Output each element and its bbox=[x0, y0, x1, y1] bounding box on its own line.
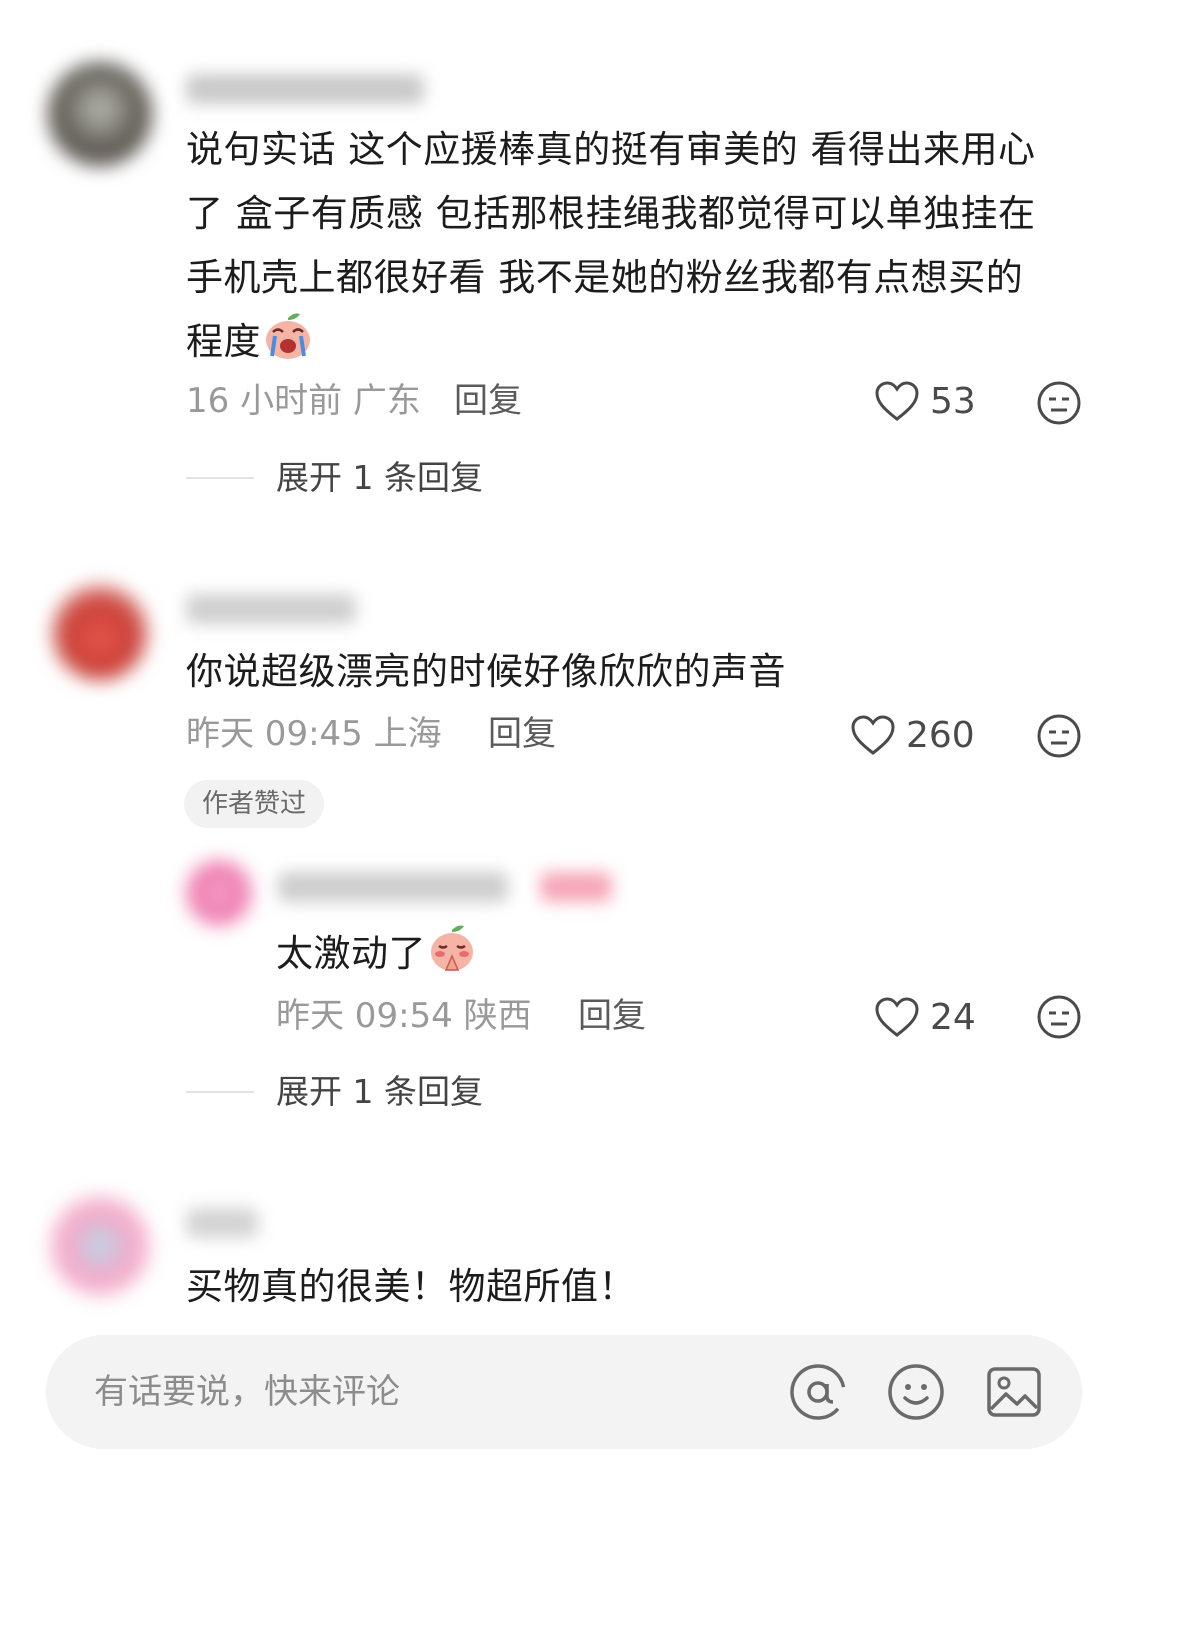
comment-meta: 16 小时前 广东 bbox=[186, 381, 421, 421]
comment-text: 你说超级漂亮的时候好像欣欣的声音 bbox=[186, 650, 786, 693]
reply-text-content: 太激动了 bbox=[276, 932, 426, 975]
reply-button[interactable]: 回复 bbox=[488, 714, 556, 754]
username-blurred[interactable] bbox=[186, 594, 356, 624]
reply-button[interactable]: 回复 bbox=[454, 381, 522, 421]
username-blurred[interactable] bbox=[186, 1208, 258, 1238]
expand-replies-button[interactable]: 展开 1 条回复 bbox=[276, 1072, 483, 1112]
reply-text: 太激动了 bbox=[276, 922, 478, 994]
comment-line: 手机壳上都很好看 我不是她的粉丝我都有点想买的 bbox=[186, 256, 1024, 299]
comment-meta: 昨天 09:45 上海 bbox=[186, 714, 442, 754]
emoji-icon[interactable] bbox=[886, 1362, 946, 1426]
heart-icon bbox=[874, 380, 920, 422]
comment-text: 买物真的很美！物超所值！ bbox=[186, 1265, 636, 1308]
like-button[interactable]: 260 bbox=[850, 714, 975, 756]
like-count: 24 bbox=[930, 996, 976, 1038]
heart-icon bbox=[874, 996, 920, 1038]
comment-text: 说句实话 这个应援棒真的挺有审美的 看得出来用心 了 盒子有质感 包括那根挂绳我… bbox=[186, 118, 1106, 382]
reply-meta: 昨天 09:54 陕西 bbox=[276, 996, 532, 1036]
divider bbox=[186, 1091, 254, 1093]
image-icon[interactable] bbox=[984, 1362, 1044, 1426]
comment-input-bar[interactable]: 有话要说，快来评论 bbox=[46, 1335, 1082, 1449]
unamused-face-icon bbox=[1036, 381, 1082, 430]
like-count: 260 bbox=[906, 714, 975, 756]
avatar[interactable] bbox=[48, 62, 152, 166]
like-count: 53 bbox=[930, 380, 976, 422]
unamused-face-icon bbox=[1036, 995, 1082, 1044]
expand-replies-button[interactable]: 展开 1 条回复 bbox=[276, 458, 483, 498]
avatar[interactable] bbox=[186, 860, 252, 926]
heart-icon bbox=[850, 714, 896, 756]
avatar[interactable] bbox=[52, 585, 148, 681]
at-icon[interactable] bbox=[788, 1362, 848, 1426]
crying-face-emoji bbox=[261, 310, 315, 382]
like-button[interactable]: 53 bbox=[874, 380, 976, 422]
dislike-button[interactable] bbox=[1036, 713, 1082, 763]
author-tag-blurred bbox=[540, 872, 612, 902]
reply-button[interactable]: 回复 bbox=[578, 996, 646, 1036]
comment-line: 了 盒子有质感 包括那根挂绳我都觉得可以单独挂在 bbox=[186, 192, 1036, 235]
like-button[interactable]: 24 bbox=[874, 996, 976, 1038]
avatar[interactable] bbox=[50, 1196, 150, 1296]
comment-line: 说句实话 这个应援棒真的挺有审美的 看得出来用心 bbox=[186, 128, 1036, 171]
username-blurred[interactable] bbox=[278, 872, 508, 902]
divider bbox=[186, 477, 254, 479]
comment-line: 程度 bbox=[186, 320, 261, 363]
comment-input-placeholder[interactable]: 有话要说，快来评论 bbox=[94, 1371, 400, 1413]
comment-line-last: 程度 bbox=[186, 310, 1106, 382]
dislike-button[interactable] bbox=[1036, 380, 1082, 430]
author-liked-badge: 作者赞过 bbox=[184, 780, 325, 828]
username-blurred[interactable] bbox=[186, 74, 424, 104]
praying-face-emoji bbox=[426, 922, 478, 994]
unamused-face-icon bbox=[1036, 714, 1082, 763]
dislike-button[interactable] bbox=[1036, 994, 1082, 1044]
